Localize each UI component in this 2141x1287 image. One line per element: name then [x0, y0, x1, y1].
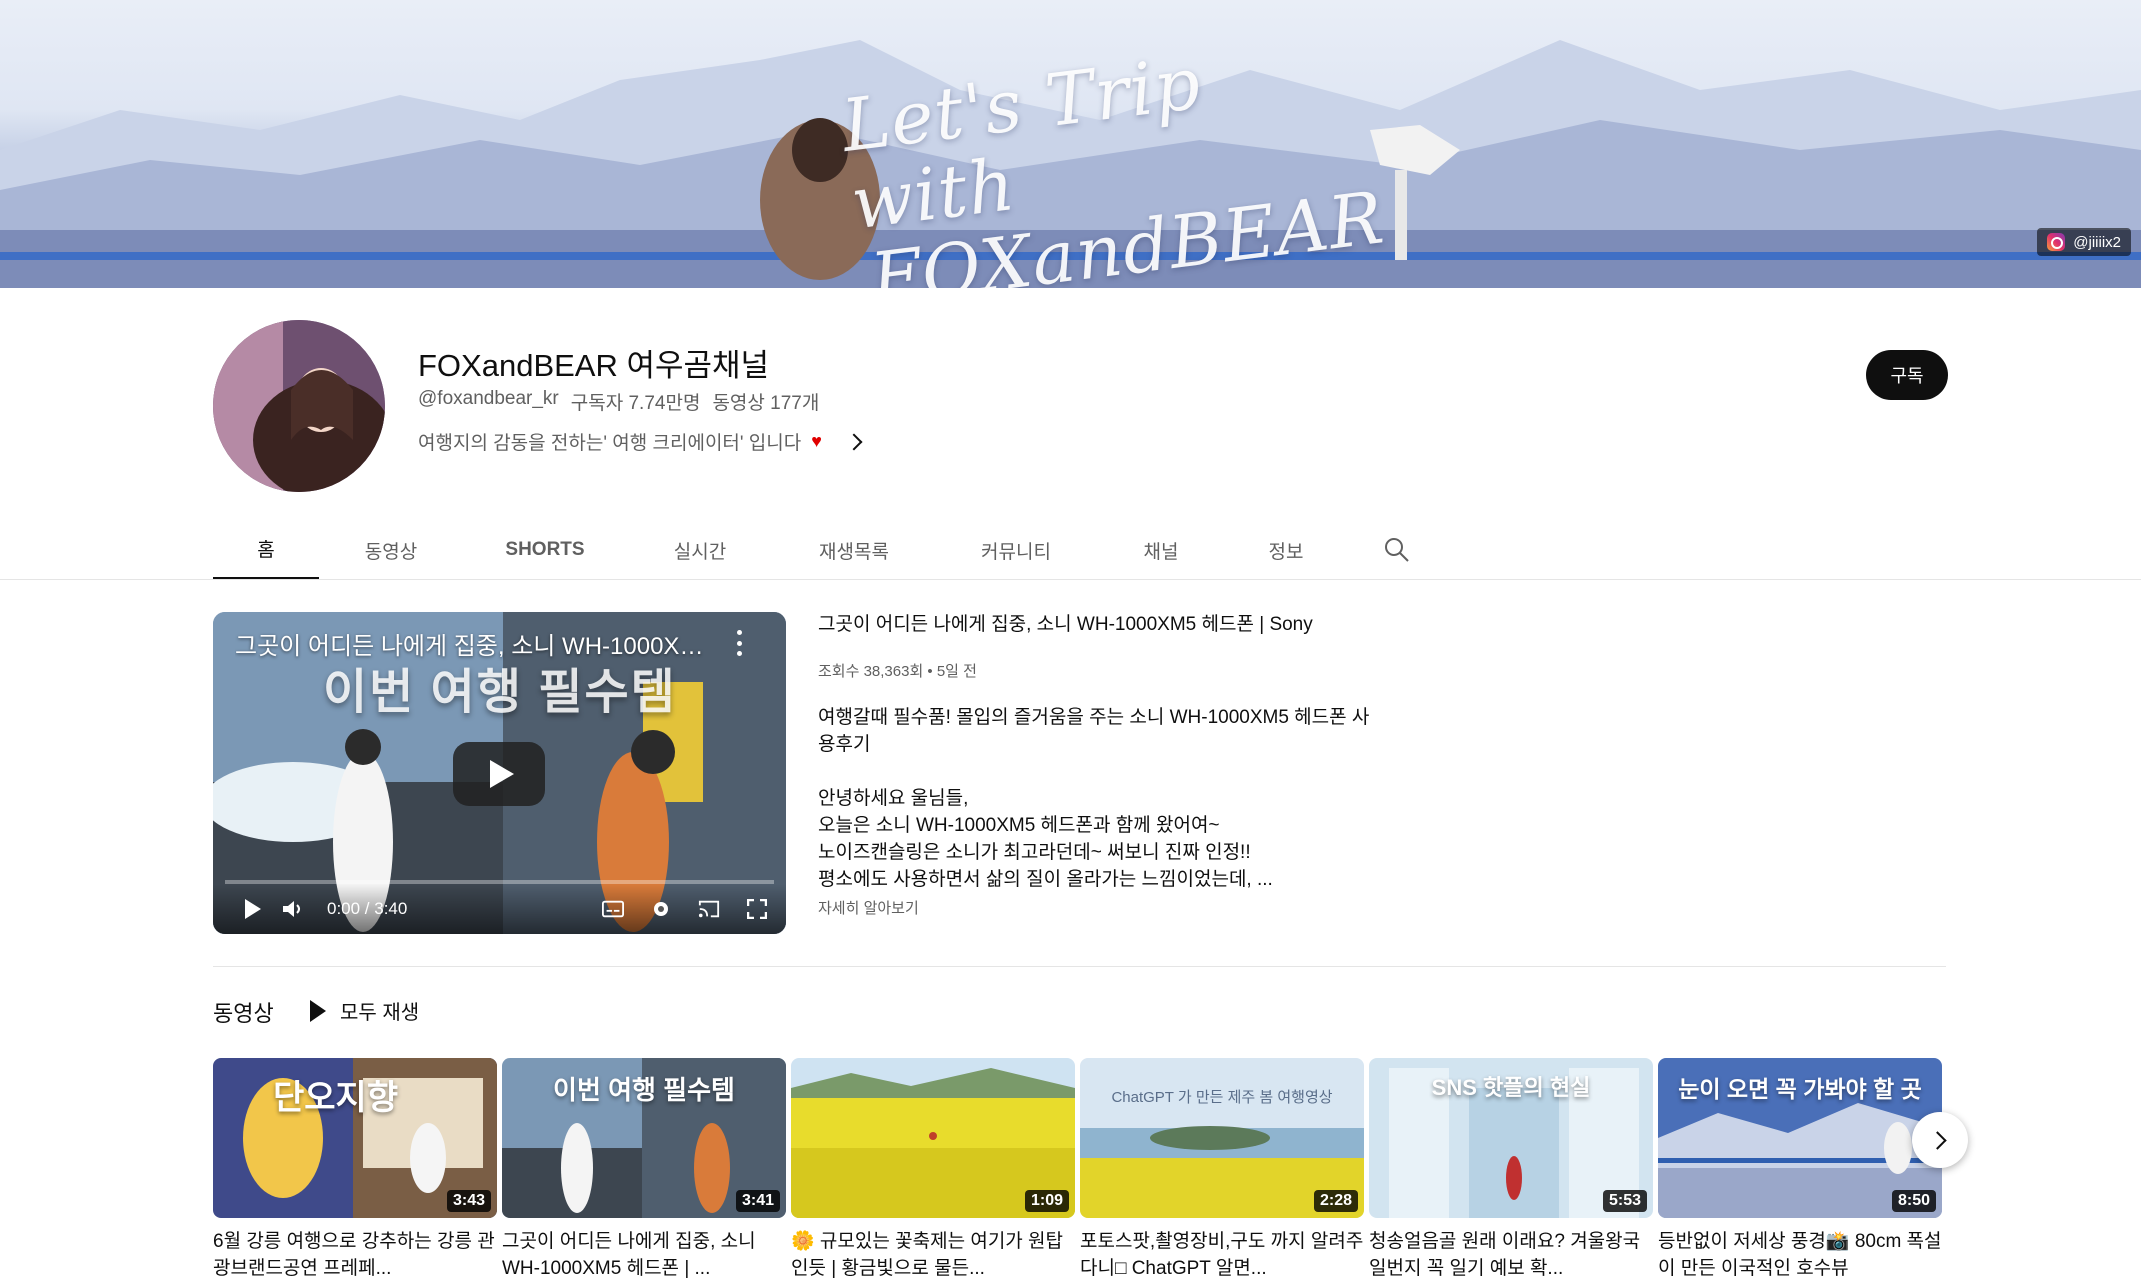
cast-icon[interactable]	[698, 898, 720, 920]
tab-live[interactable]: 실시간	[627, 520, 773, 580]
tabs-divider	[0, 579, 2141, 580]
tab-playlists[interactable]: 재생목록	[773, 520, 935, 580]
featured-video-description: 여행갈때 필수품! 몰입의 즐거움을 주는 소니 WH-1000XM5 헤드폰 …	[818, 704, 1378, 893]
subtitles-icon[interactable]	[602, 898, 624, 920]
video-title[interactable]: 6월 강릉 여행으로 강추하는 강릉 관광브랜드공연 프레페...	[213, 1228, 497, 1282]
video-duration: 3:43	[446, 1190, 491, 1212]
video-card[interactable]: 눈이 오면 꼭 가봐야 할 곳 8:50 등반없이 저세상 풍경📸 80cm 폭…	[1658, 1058, 1942, 1282]
description-line: 오늘은 소니 WH-1000XM5 헤드폰과 함께 왔어여~	[818, 815, 1220, 836]
subscribe-button[interactable]: 구독	[1866, 350, 1948, 400]
shelf-next-button[interactable]	[1912, 1112, 1968, 1168]
play-icon	[310, 999, 326, 1022]
thumbnail-text: ChatGPT 가 만든 제주 봄 여행영상	[1111, 1089, 1333, 1106]
chevron-right-icon	[1928, 1130, 1947, 1150]
video-title[interactable]: 청송얼음골 원래 이래요? 겨울왕국 일번지 꼭 일기 예보 확...	[1369, 1228, 1653, 1282]
tab-videos[interactable]: 동영상	[319, 520, 463, 580]
tab-shorts[interactable]: SHORTS	[463, 520, 627, 580]
tab-channels[interactable]: 채널	[1097, 520, 1225, 580]
video-duration: 2:28	[1313, 1190, 1358, 1212]
search-icon[interactable]	[1367, 520, 1427, 580]
video-duration: 3:41	[735, 1190, 780, 1212]
channel-banner: Let's Trip with FOXandBEAR @jiiiix2	[0, 0, 2141, 288]
instagram-handle: @jiiiix2	[2073, 233, 2121, 251]
video-shelf: 단오지향 3:43 6월 강릉 여행으로 강추하는 강릉 관광브랜드공연 프레페…	[213, 1058, 1942, 1282]
description-line: 여행갈때 필수품! 몰입의 즐거움을 주는 소니 WH-1000XM5 헤드폰 …	[818, 707, 1370, 755]
play-all-label: 모두 재생	[340, 1002, 420, 1024]
chevron-right-icon	[845, 433, 863, 450]
video-duration: 1:09	[1024, 1190, 1069, 1212]
video-title[interactable]: 등반없이 저세상 풍경📸 80cm 폭설이 만든 이국적인 호수뷰	[1658, 1228, 1942, 1282]
video-card[interactable]: SNS 핫플의 현실 5:53 청송얼음골 원래 이래요? 겨울왕국 일번지 꼭…	[1369, 1058, 1653, 1282]
video-title[interactable]: 포토스팟,촬영장비,구도 까지 알려주다니□ ChatGPT 알면...	[1080, 1228, 1364, 1282]
avatar[interactable]	[213, 320, 385, 492]
play-button[interactable]	[453, 742, 545, 806]
description-line: 평소에도 사용하면서 삶의 질이 올라가는 느낌이었는데, ...	[818, 869, 1273, 890]
subscriber-count: 구독자 7.74만명	[570, 393, 701, 414]
instagram-icon	[2047, 233, 2066, 251]
volume-icon[interactable]	[283, 898, 305, 920]
channel-name: FOXandBEAR 여우곰채널	[418, 348, 770, 383]
featured-video-meta: 조회수 38,363회 • 5일 전	[818, 663, 977, 680]
video-title[interactable]: 그곳이 어디든 나에게 집중, 소니 WH-1000XM5 헤드폰 | ...	[502, 1228, 786, 1282]
shelf-title[interactable]: 동영상	[213, 996, 274, 1028]
channel-meta: @foxandbear_kr 구독자 7.74만명 동영상 177개	[418, 388, 819, 415]
play-all-button[interactable]: 모두 재생	[310, 996, 419, 1025]
video-thumbnail[interactable]: 1:09	[791, 1058, 1075, 1218]
player-title[interactable]: 그곳이 어디든 나에게 집중, 소니 WH-1000XM5 헤드폰 | Sony	[235, 626, 716, 661]
video-thumbnail[interactable]: 단오지향 3:43	[213, 1058, 497, 1218]
time-display: 0:00 / 3:40	[327, 899, 408, 918]
instagram-link[interactable]: @jiiiix2	[2037, 228, 2131, 256]
video-title[interactable]: 🌼 규모있는 꽃축제는 여기가 원탑인듯 | 황금빛으로 물든...	[791, 1228, 1075, 1282]
video-duration: 5:53	[1602, 1190, 1647, 1212]
tab-home[interactable]: 홈	[213, 520, 319, 580]
tab-about[interactable]: 정보	[1225, 520, 1347, 580]
player-thumbnail-text: 이번 여행 필수템	[323, 666, 677, 719]
video-thumbnail[interactable]: SNS 핫플의 현실 5:53	[1369, 1058, 1653, 1218]
video-thumbnail[interactable]: ChatGPT 가 만든 제주 봄 여행영상 2:28	[1080, 1058, 1364, 1218]
video-count: 동영상 177개	[712, 393, 820, 414]
description-line: 노이즈캔슬링은 소니가 최고라던데~ 써보니 진짜 인정!!	[818, 842, 1251, 863]
video-card[interactable]: ChatGPT 가 만든 제주 봄 여행영상 2:28 포토스팟,촬영장비,구도…	[1080, 1058, 1364, 1282]
fullscreen-icon[interactable]	[746, 898, 768, 920]
thumbnail-text: 단오지향	[273, 1079, 399, 1117]
channel-description-text: 여행지의 감동을 전하는' 여행 크리에이터' 입니다	[418, 433, 802, 454]
thumbnail-text: SNS 핫플의 현실	[1431, 1075, 1591, 1100]
avatar-image	[213, 320, 385, 492]
video-thumbnail[interactable]: 이번 여행 필수템 3:41	[502, 1058, 786, 1218]
video-thumbnail[interactable]: 눈이 오면 꼭 가봐야 할 곳 8:50	[1658, 1058, 1942, 1218]
more-options-icon[interactable]	[736, 630, 742, 656]
video-card[interactable]: 1:09 🌼 규모있는 꽃축제는 여기가 원탑인듯 | 황금빛으로 물든...	[791, 1058, 1075, 1282]
section-divider	[213, 966, 1946, 967]
thumbnail-text: 눈이 오면 꼭 가봐야 할 곳	[1678, 1076, 1922, 1102]
video-duration: 8:50	[1891, 1190, 1936, 1212]
featured-video-title[interactable]: 그곳이 어디든 나에게 집중, 소니 WH-1000XM5 헤드폰 | Sony	[818, 612, 1438, 638]
play-icon[interactable]	[245, 899, 261, 919]
player-controls: 0:00 / 3:40	[213, 884, 786, 934]
video-card[interactable]: 이번 여행 필수템 3:41 그곳이 어디든 나에게 집중, 소니 WH-100…	[502, 1058, 786, 1282]
channel-handle: @foxandbear_kr	[418, 388, 559, 409]
featured-video-player[interactable]: 이번 여행 필수템 그곳이 어디든 나에게 집중, 소니 WH-1000XM5 …	[213, 612, 786, 934]
heart-icon: ♥	[811, 431, 822, 451]
player-right-controls	[602, 898, 768, 920]
read-more-link[interactable]: 자세히 알아보기	[818, 897, 919, 918]
channel-description[interactable]: 여행지의 감동을 전하는' 여행 크리에이터' 입니다 ♥	[418, 428, 863, 455]
description-line: 안녕하세요 울님들,	[818, 788, 969, 809]
thumbnail-text: 이번 여행 필수템	[553, 1075, 735, 1105]
channel-tabs: 홈 동영상 SHORTS 실시간 재생목록 커뮤니티 채널 정보	[213, 520, 1427, 580]
video-card[interactable]: 단오지향 3:43 6월 강릉 여행으로 강추하는 강릉 관광브랜드공연 프레페…	[213, 1058, 497, 1282]
gear-icon[interactable]	[650, 898, 672, 920]
tab-community[interactable]: 커뮤니티	[935, 520, 1097, 580]
